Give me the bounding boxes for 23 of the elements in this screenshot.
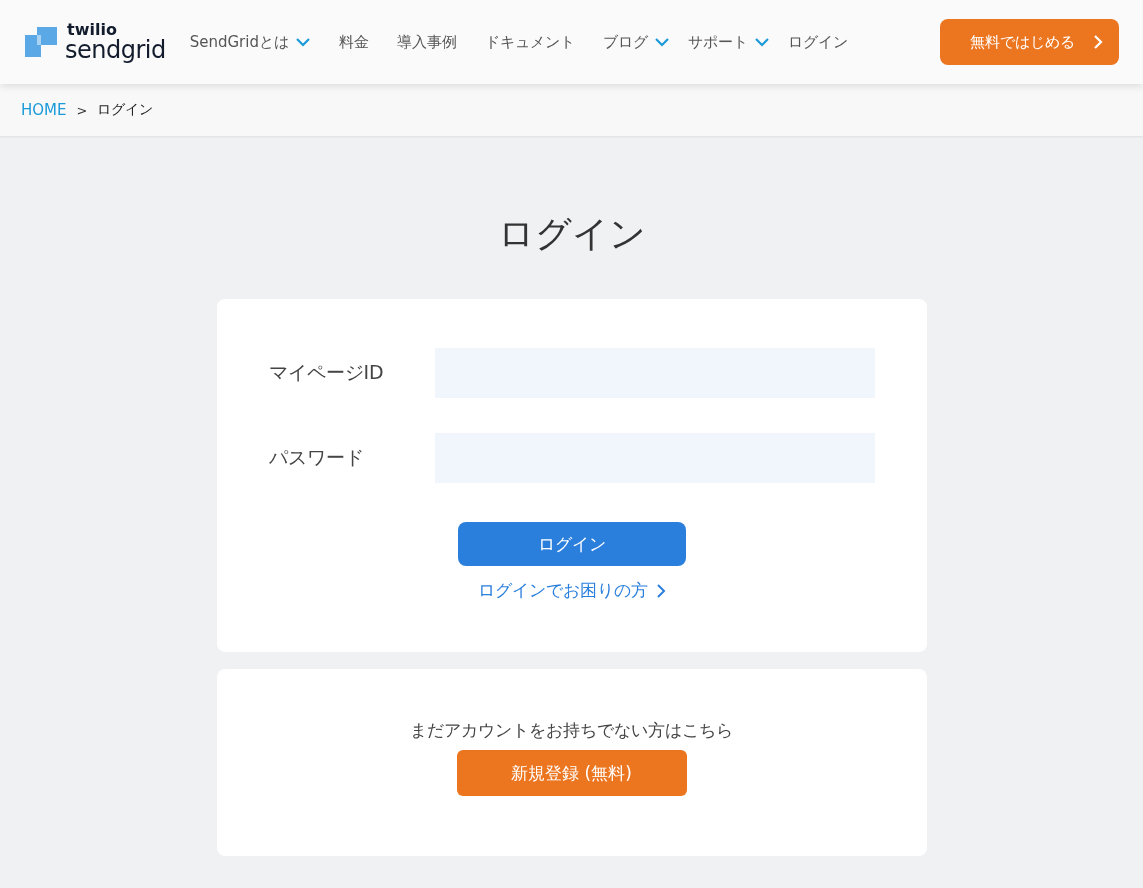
nav-link[interactable]: ブログ: [603, 32, 670, 52]
chevron-down-icon: [295, 37, 311, 47]
breadcrumb-current: ログイン: [97, 101, 154, 119]
nav-link[interactable]: SendGridとは: [189, 32, 311, 52]
logo-top-text: twilio: [67, 22, 118, 38]
nav-link[interactable]: ログイン: [788, 32, 848, 52]
breadcrumb-separator: >: [76, 102, 88, 118]
login-help-link[interactable]: ログインでお困りの方: [477, 579, 666, 602]
field-label: パスワード: [268, 445, 365, 470]
nav-link[interactable]: 料金: [339, 32, 369, 52]
login-button[interactable]: ログイン: [457, 522, 686, 566]
nav-link[interactable]: ドキュメント: [485, 32, 575, 52]
page-title: ログイン: [497, 212, 646, 256]
nav-link[interactable]: 導入事例: [397, 32, 457, 52]
chevron-down-icon: [754, 37, 770, 47]
nav-link[interactable]: サポート: [688, 32, 770, 52]
logo-bottom-text: sendgrid: [65, 38, 166, 62]
field-label: マイページID: [268, 360, 385, 385]
logo-squares-icon: [25, 25, 57, 59]
chevron-right-icon: [655, 582, 666, 599]
chevron-right-icon: [1093, 34, 1103, 50]
chevron-down-icon: [654, 37, 670, 47]
signup-prompt: まだアカウントをお持ちでない方はこちら: [410, 719, 733, 742]
